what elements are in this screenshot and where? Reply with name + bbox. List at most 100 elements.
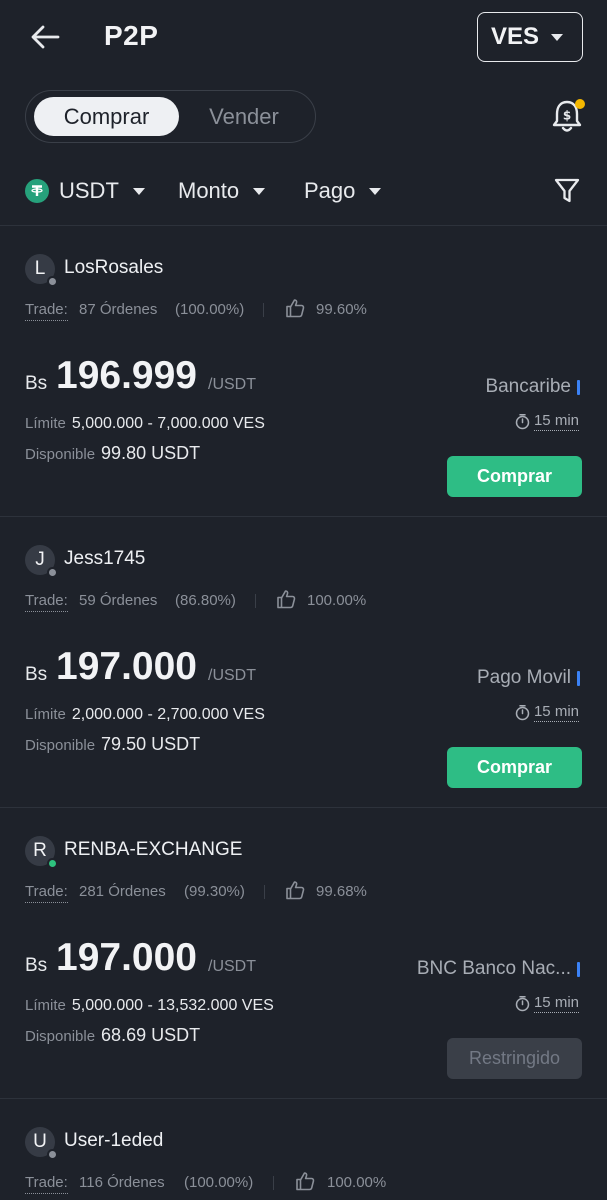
price-unit: /USDT bbox=[208, 376, 256, 393]
positive-rating: 100.00% bbox=[307, 592, 367, 609]
time-limit: 15 min bbox=[533, 994, 579, 1013]
payment-time[interactable]: 15 min bbox=[514, 994, 579, 1013]
thumbs-up-icon bbox=[286, 881, 305, 900]
status-indicator bbox=[47, 858, 58, 869]
available-value: 79.50 USDT bbox=[101, 734, 201, 754]
caret-down-icon bbox=[369, 187, 382, 195]
caret-down-icon bbox=[132, 187, 145, 195]
completion-rate: (99.30%) bbox=[184, 883, 245, 900]
payment-filter-label: Pago bbox=[304, 178, 356, 203]
available-row: Disponible 68.69 USDT bbox=[25, 1025, 200, 1046]
offer-card: U User-1eded Trade: 116 Órdenes (100.00%… bbox=[0, 1105, 607, 1200]
available-value: 68.69 USDT bbox=[101, 1025, 201, 1045]
divider bbox=[0, 516, 607, 517]
thumbs-up-icon bbox=[286, 299, 305, 318]
order-count: 87 Órdenes bbox=[79, 301, 158, 318]
payment-time[interactable]: 15 min bbox=[514, 703, 579, 722]
merchant-name[interactable]: LosRosales bbox=[64, 257, 163, 279]
payment-method: Bancaribe bbox=[485, 376, 580, 398]
trade-label[interactable]: Trade: bbox=[25, 1174, 68, 1194]
svg-text:$: $ bbox=[563, 109, 571, 123]
funnel-icon[interactable] bbox=[553, 176, 581, 206]
caret-down-icon bbox=[253, 187, 266, 195]
trade-label[interactable]: Trade: bbox=[25, 592, 68, 612]
positive-rating: 99.68% bbox=[316, 883, 367, 900]
order-count: 281 Órdenes bbox=[79, 883, 166, 900]
trade-label[interactable]: Trade: bbox=[25, 883, 68, 903]
timer-icon bbox=[515, 705, 530, 721]
divider bbox=[0, 807, 607, 808]
amount-filter-label: Monto bbox=[178, 178, 240, 203]
limit-value: 5,000.000 - 7,000.000 VES bbox=[71, 415, 265, 432]
offer-card: R RENBA-EXCHANGE Trade: 281 Órdenes (99.… bbox=[0, 814, 607, 1105]
completion-rate: (86.80%) bbox=[175, 592, 236, 609]
currency-label: VES bbox=[491, 23, 540, 50]
limit-label: Límite bbox=[25, 997, 66, 1014]
limit-value: 5,000.000 - 13,532.000 VES bbox=[71, 997, 274, 1014]
limit-row: Límite 5,000.000 - 7,000.000 VES bbox=[25, 415, 265, 433]
completion-rate: (100.00%) bbox=[175, 301, 245, 318]
time-limit: 15 min bbox=[533, 412, 579, 431]
caret-down-icon bbox=[551, 33, 564, 41]
page-title: P2P bbox=[104, 20, 159, 51]
separator bbox=[263, 303, 264, 317]
thumbs-up-icon bbox=[277, 590, 296, 609]
buy-button[interactable]: Comprar bbox=[447, 747, 582, 788]
merchant-name[interactable]: Jess1745 bbox=[64, 548, 145, 570]
order-count: 59 Órdenes bbox=[79, 592, 158, 609]
merchant-name[interactable]: RENBA-EXCHANGE bbox=[64, 839, 242, 861]
price: 197.000 bbox=[56, 645, 197, 688]
currency-symbol: Bs bbox=[25, 955, 48, 976]
filter-bar: USDT Monto Pago bbox=[0, 168, 607, 216]
payment-time[interactable]: 15 min bbox=[514, 412, 579, 431]
payment-method-bar bbox=[577, 379, 580, 395]
completion-rate: (100.00%) bbox=[184, 1174, 254, 1191]
arrow-left-icon[interactable] bbox=[28, 22, 62, 52]
divider bbox=[0, 1098, 607, 1099]
available-value: 99.80 USDT bbox=[101, 443, 201, 463]
available-row: Disponible 79.50 USDT bbox=[25, 734, 200, 755]
payment-method-label: BNC Banco Nac... bbox=[416, 958, 571, 979]
top-bar: P2P VES bbox=[0, 0, 607, 78]
payment-method: BNC Banco Nac... bbox=[417, 958, 580, 980]
limit-label: Límite bbox=[25, 706, 66, 723]
payment-method-label: Pago Movil bbox=[477, 667, 571, 688]
limit-row: Límite 5,000.000 - 13,532.000 VES bbox=[25, 997, 274, 1015]
price: 196.999 bbox=[56, 354, 197, 397]
separator bbox=[273, 1176, 274, 1190]
merchant-name[interactable]: User-1eded bbox=[64, 1130, 163, 1152]
available-label: Disponible bbox=[25, 1028, 96, 1045]
separator bbox=[264, 885, 265, 899]
trade-label[interactable]: Trade: bbox=[25, 301, 68, 321]
currency-symbol: Bs bbox=[25, 373, 48, 394]
status-indicator bbox=[47, 276, 58, 287]
amount-filter[interactable]: Monto bbox=[178, 178, 266, 204]
payment-filter[interactable]: Pago bbox=[304, 178, 382, 204]
payment-method: Pago Movil bbox=[477, 667, 580, 689]
price-unit: /USDT bbox=[208, 667, 256, 684]
currency-select[interactable]: VES bbox=[477, 12, 583, 62]
currency-symbol: Bs bbox=[25, 664, 48, 685]
tab-vender[interactable]: Vender bbox=[186, 97, 302, 136]
payment-method-label: Bancaribe bbox=[485, 376, 571, 397]
restricted-button[interactable]: Restringido bbox=[447, 1038, 582, 1079]
buy-sell-toggle: Comprar Vender bbox=[25, 90, 316, 143]
payment-method-bar bbox=[577, 961, 580, 977]
available-label: Disponible bbox=[25, 446, 96, 463]
timer-icon bbox=[515, 996, 530, 1012]
thumbs-up-icon bbox=[296, 1172, 315, 1191]
limit-row: Límite 2,000.000 - 2,700.000 VES bbox=[25, 706, 265, 724]
limit-label: Límite bbox=[25, 415, 66, 432]
asset-filter[interactable]: USDT bbox=[25, 178, 145, 204]
time-limit: 15 min bbox=[533, 703, 579, 722]
available-label: Disponible bbox=[25, 737, 96, 754]
notification-dot bbox=[575, 99, 585, 109]
payment-method-bar bbox=[577, 670, 580, 686]
available-row: Disponible 99.80 USDT bbox=[25, 443, 200, 464]
tab-comprar[interactable]: Comprar bbox=[34, 97, 179, 136]
separator bbox=[255, 594, 256, 608]
offer-card: J Jess1745 Trade: 59 Órdenes (86.80%) 10… bbox=[0, 523, 607, 814]
offer-card: L LosRosales Trade: 87 Órdenes (100.00%)… bbox=[0, 232, 607, 523]
buy-button[interactable]: Comprar bbox=[447, 456, 582, 497]
price-unit: /USDT bbox=[208, 958, 256, 975]
